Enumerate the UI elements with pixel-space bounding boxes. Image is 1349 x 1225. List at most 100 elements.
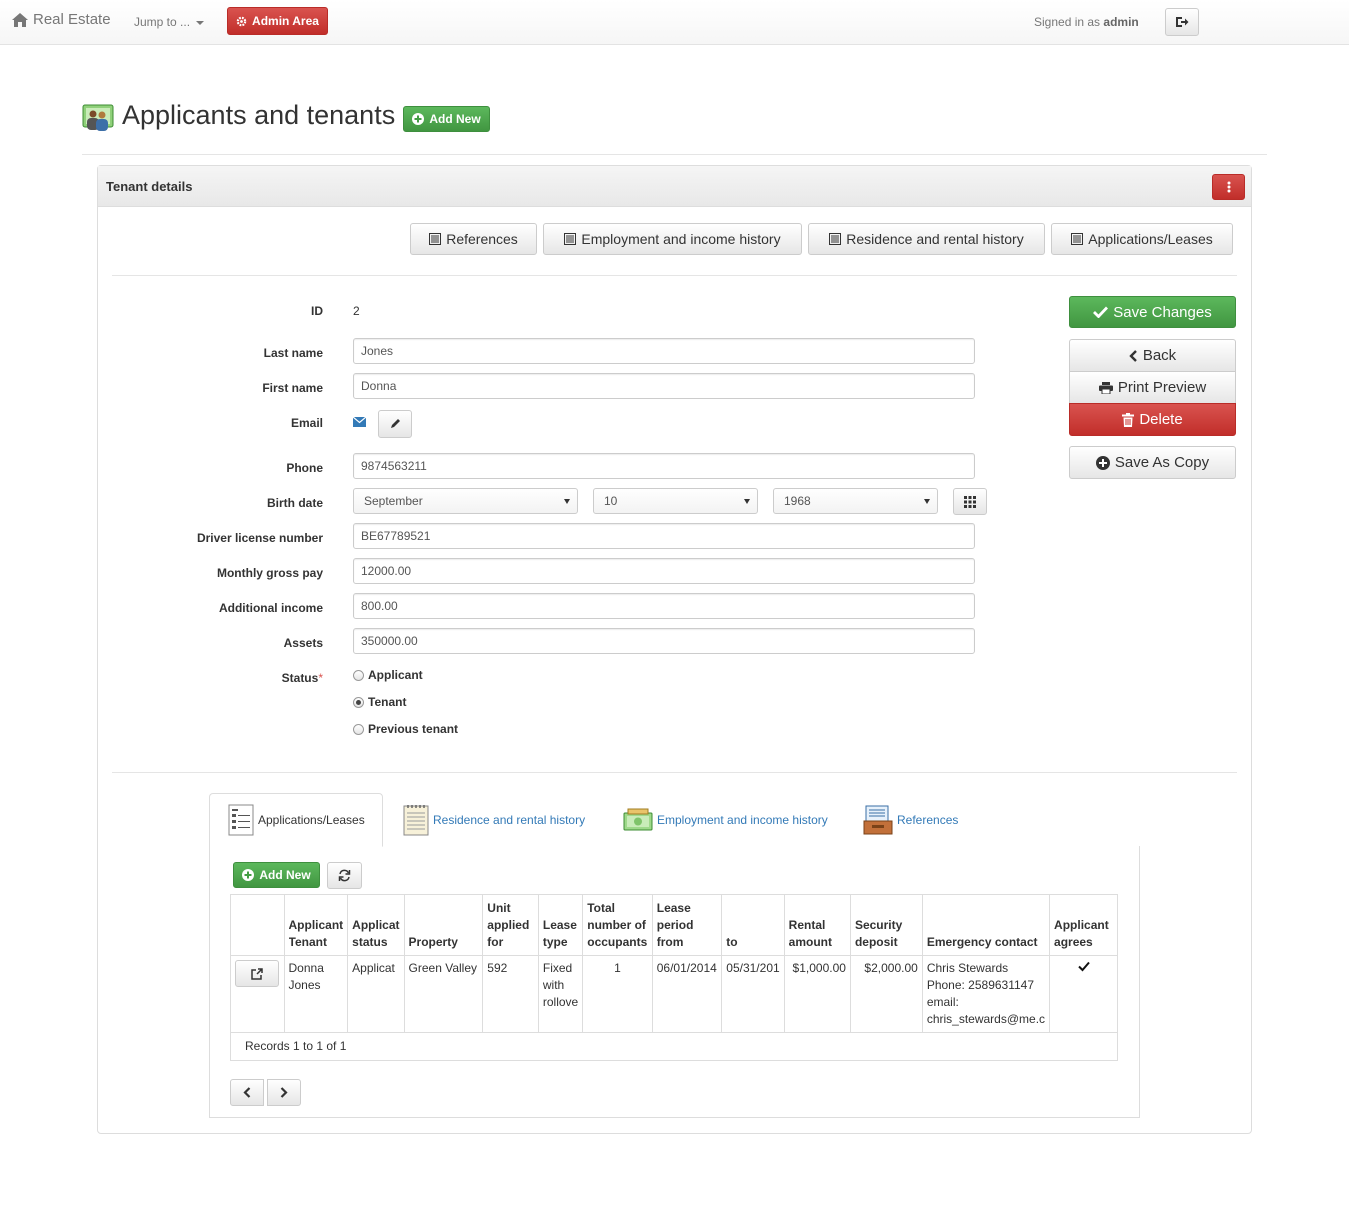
table-row[interactable]: Donna Jones Applicat Green Valley 592 Fix…	[230, 955, 1118, 1033]
refresh-icon	[338, 869, 351, 882]
cell-text: Jones	[288, 978, 321, 992]
monthly-gross-pay-field[interactable]: 12000.00	[353, 558, 975, 584]
tab-residence-rental-history[interactable]: Residence and rental history	[403, 803, 585, 837]
refresh-button[interactable]	[327, 862, 362, 889]
chevron-left-icon	[1129, 349, 1138, 362]
save-as-copy-button[interactable]: Save As Copy	[1069, 446, 1236, 479]
residence-link-button[interactable]: Residence and rental history	[808, 223, 1045, 255]
header-text: Lease	[542, 918, 577, 932]
phone-label: Phone	[286, 461, 323, 475]
header-text: type	[542, 935, 568, 949]
cell-text: Donna	[288, 961, 324, 975]
cell-text: Phone: 2589631147	[926, 978, 1035, 992]
delete-button[interactable]: Delete	[1069, 403, 1236, 436]
birth-day-select[interactable]: 10	[593, 488, 758, 514]
next-page-button[interactable]	[267, 1079, 301, 1106]
header-text: from	[656, 935, 684, 949]
add-new-tenant-button[interactable]: Add New	[403, 106, 490, 132]
cell-text: 592	[487, 961, 508, 975]
save-changes-button[interactable]: Save Changes	[1069, 296, 1236, 328]
status-radio-applicant[interactable]: Applicant	[353, 668, 423, 682]
inbox-tray-icon	[863, 805, 893, 835]
radio-icon	[353, 669, 364, 681]
column-header-status[interactable]: Applicat status	[347, 894, 405, 956]
status-radio-tenant[interactable]: Tenant	[353, 695, 406, 709]
employment-link-button[interactable]: Employment and income history	[543, 223, 802, 255]
more-options-button[interactable]	[1212, 174, 1245, 200]
header-text: applied	[487, 918, 530, 932]
cell-text: $2,000.00	[864, 961, 918, 975]
admin-area-label: Admin Area	[252, 14, 319, 28]
save-changes-label: Save Changes	[1113, 303, 1212, 321]
column-header-rental-amount[interactable]: Rental amount	[783, 894, 851, 956]
date-picker-button[interactable]	[953, 488, 987, 515]
status-radio-previous-tenant[interactable]: Previous tenant	[353, 722, 458, 736]
status-label: Status*	[123, 671, 323, 685]
tab-employment-income-history[interactable]: Employment and income history	[623, 803, 828, 837]
dropdown-arrow-icon	[744, 499, 750, 504]
header-text: agrees	[1054, 935, 1093, 949]
tab-references[interactable]: References	[863, 803, 958, 837]
driver-license-field[interactable]: BE67789521	[353, 523, 975, 549]
envelope-icon[interactable]	[353, 417, 366, 427]
column-header-to[interactable]: to	[721, 894, 785, 956]
external-link-icon	[251, 967, 263, 980]
birth-year-select[interactable]: 1968	[773, 488, 938, 514]
vertical-ellipsis-icon	[1227, 181, 1231, 193]
additional-income-field[interactable]: 800.00	[353, 593, 975, 619]
phone-field[interactable]: 9874563211	[353, 453, 975, 479]
admin-area-button[interactable]: Admin Area	[227, 7, 328, 35]
column-header-applicant-agrees[interactable]: Applicant agrees	[1049, 894, 1118, 956]
first-name-label: First name	[262, 381, 323, 395]
first-name-field[interactable]: Donna	[353, 373, 975, 399]
header-text: amount	[788, 935, 833, 949]
last-name-field[interactable]: Jones	[353, 338, 975, 364]
monthly-gross-pay-label: Monthly gross pay	[216, 566, 323, 580]
print-preview-button[interactable]: Print Preview	[1069, 371, 1236, 404]
column-header-property[interactable]: Property	[403, 894, 484, 956]
open-record-button[interactable]	[235, 960, 279, 987]
assets-field[interactable]: 350000.00	[353, 628, 975, 654]
column-header-occupants[interactable]: Total number of occupants	[582, 894, 653, 956]
add-new-lease-button[interactable]: Add New	[233, 862, 320, 888]
references-link-button[interactable]: References	[410, 223, 537, 255]
edit-email-button[interactable]	[378, 410, 412, 438]
back-button[interactable]: Back	[1069, 339, 1236, 372]
emergency-contact-cell: Chris Stewards Phone: 2589631147 email: chr…	[921, 955, 1051, 1033]
panel-heading: Tenant details	[98, 166, 1251, 207]
birth-month-value: September	[364, 494, 423, 508]
tab-applications-leases[interactable]: Applications/Leases	[209, 793, 383, 847]
back-label: Back	[1142, 347, 1177, 364]
tab-label: References	[897, 813, 959, 827]
column-header-tenant[interactable]: Applicant Tenant	[283, 894, 349, 956]
header-text: Emergency contact	[926, 935, 1038, 949]
birth-month-select[interactable]: September	[353, 488, 578, 514]
column-header-lease-type[interactable]: Lease type	[537, 894, 584, 956]
column-header-emergency-contact[interactable]: Emergency contact	[921, 894, 1051, 956]
checkmark-icon	[1093, 306, 1109, 318]
notepad-icon	[403, 804, 429, 836]
status-cell: Applicat	[347, 955, 405, 1033]
jump-to-dropdown[interactable]: Jump to ...	[134, 15, 205, 29]
signed-in-prefix: Signed in as	[1034, 15, 1101, 29]
chevron-left-icon	[243, 1087, 251, 1098]
plus-circle-icon	[1095, 455, 1110, 470]
column-header-security-deposit[interactable]: Security deposit	[849, 894, 923, 956]
header-text: Applicat	[352, 918, 400, 932]
panel-title: Tenant details	[106, 179, 193, 194]
header-text: Unit	[487, 901, 511, 915]
status-option-label: Tenant	[368, 695, 407, 709]
column-header-actions	[230, 894, 285, 956]
applications-link-button[interactable]: Applications/Leases	[1051, 223, 1233, 255]
signed-in-text: Signed in as admin	[1034, 15, 1139, 29]
list-icon	[429, 233, 442, 245]
previous-page-button[interactable]	[230, 1079, 264, 1106]
column-header-unit[interactable]: Unit applied for	[482, 894, 539, 956]
occupants-cell: 1	[582, 955, 653, 1033]
sign-out-button[interactable]	[1165, 8, 1199, 36]
header-text: to	[726, 935, 738, 949]
plus-circle-icon	[242, 869, 255, 881]
brand-link[interactable]: Real Estate	[12, 11, 111, 28]
column-header-period-from[interactable]: Lease period from	[651, 894, 723, 956]
save-as-copy-label: Save As Copy	[1114, 454, 1210, 471]
